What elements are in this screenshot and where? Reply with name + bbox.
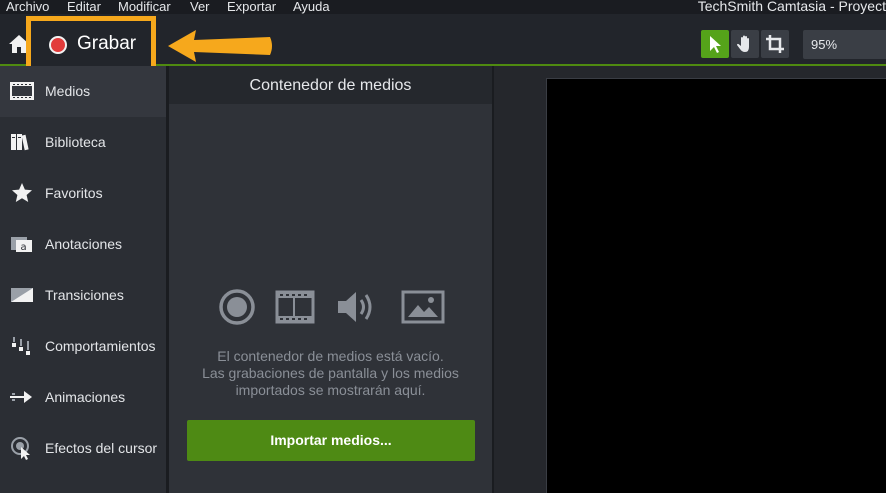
zoom-dropdown[interactable]: 95% [803,30,886,59]
toolbar: Grabar 95% [0,14,886,72]
menu-bar: Archivo Editar Modificar Ver Exportar Ay… [0,0,886,14]
menu-ver[interactable]: Ver [190,0,210,13]
sidebar-item-label: Comportamientos [45,338,156,354]
select-tool-button[interactable] [701,30,729,58]
record-icon [49,36,67,54]
arrow-pointer-icon [168,30,272,62]
panel-divider[interactable] [492,66,494,493]
menu-exportar[interactable]: Exportar [227,0,276,13]
pan-tool-button[interactable] [731,30,759,58]
empty-message-line: importados se mostrarán aquí. [235,382,426,398]
menu-editar[interactable]: Editar [67,0,101,13]
media-bin-header: Contenedor de medios [169,66,492,104]
menu-archivo[interactable]: Archivo [6,0,49,13]
sidebar-item-comportamientos[interactable]: Comportamientos [0,321,166,372]
sidebar-item-favoritos[interactable]: Favoritos [0,168,166,219]
empty-bin-message: El contenedor de medios está vacío. Las … [179,348,482,399]
sidebar-item-medios[interactable]: Medios [0,66,166,117]
crop-tool-button[interactable] [761,30,789,58]
audio-speaker-icon [338,292,372,322]
sidebar-item-label: Medios [45,83,91,99]
sidebar-item-label: Efectos del cursor [45,440,158,456]
svg-text:a: a [21,242,27,253]
sidebar-item-label: Anotaciones [45,236,123,252]
sidebar-item-biblioteca[interactable]: Biblioteca [0,117,166,168]
import-media-button[interactable]: Importar medios... [187,420,475,461]
sidebar-item-label: Biblioteca [45,134,106,150]
sidebar-item-label: Transiciones [45,287,124,303]
library-icon [11,134,29,151]
sidebar-item-transiciones[interactable]: Transiciones [0,270,166,321]
transition-icon [11,288,33,302]
crop-icon [766,35,784,53]
record-circle-icon [219,289,255,325]
annotation-icon: a [11,237,32,253]
sidebar-item-efectos-cursor[interactable]: Efectos del cursor [0,423,166,474]
canvas-area [492,66,886,493]
zoom-value: 95% [811,37,838,52]
menu-ayuda[interactable]: Ayuda [293,0,330,13]
empty-message-line: El contenedor de medios está vacío. [217,348,444,364]
record-label: Grabar [77,33,137,54]
sidebar-item-animaciones[interactable]: Animaciones [0,372,166,423]
film-icon [10,82,34,100]
hand-icon [737,35,749,52]
window-title: TechSmith Camtasia - Proyect [697,0,886,14]
pointer-icon [710,36,721,53]
media-type-icons [218,288,448,328]
sidebar-item-label: Favoritos [45,185,103,201]
animation-icon [10,391,32,403]
cursor-effects-icon [11,437,30,460]
media-bin-title: Contenedor de medios [249,77,412,94]
empty-message-line: Las grabaciones de pantalla y los medios [202,365,459,381]
film-strip-icon [275,290,315,324]
sidebar-item-label: Animaciones [45,389,126,405]
star-icon [12,183,32,202]
sidebar: Medios Biblioteca Favoritos a Anotacione… [0,66,166,493]
media-bin-panel: Contenedor de medios El contenedor de me… [169,66,492,493]
record-button[interactable]: Grabar [26,16,156,72]
preview-canvas[interactable] [546,78,886,493]
menu-modificar[interactable]: Modificar [118,0,171,13]
image-icon [401,290,445,324]
sidebar-item-anotaciones[interactable]: a Anotaciones [0,219,166,270]
behaviors-icon [12,337,30,355]
